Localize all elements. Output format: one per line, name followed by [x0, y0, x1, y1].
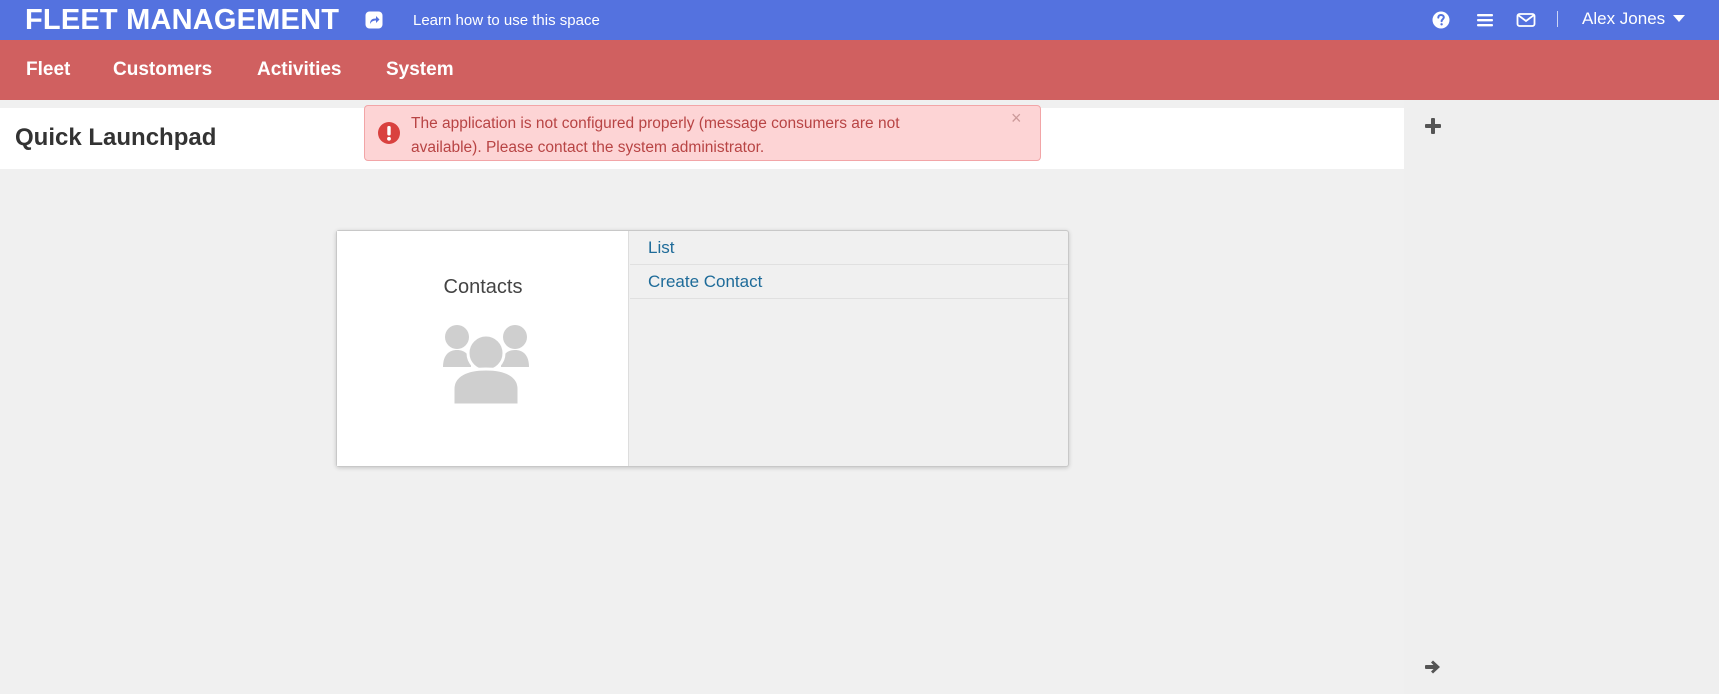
error-alert: The application is not configured proper… [364, 105, 1041, 161]
alert-message: The application is not configured proper… [411, 115, 900, 156]
top-divider [1557, 11, 1558, 27]
share-icon[interactable] [365, 11, 383, 29]
top-bar: FLEET MANAGEMENT Learn how to use this s… [0, 0, 1719, 40]
card-links: List Create Contact [630, 231, 1068, 299]
right-sidebar [1404, 100, 1719, 694]
page-title: Quick Launchpad [15, 124, 217, 151]
card-title: Contacts [443, 276, 523, 298]
user-name: Alex Jones [1582, 9, 1666, 28]
exclamation-icon [378, 122, 400, 144]
nav-item-fleet[interactable]: Fleet [26, 59, 70, 81]
link-list[interactable]: List [630, 231, 1068, 265]
menu-icon[interactable] [1475, 10, 1495, 30]
app-title[interactable]: FLEET MANAGEMENT [25, 3, 339, 37]
close-icon[interactable]: × [1011, 108, 1022, 129]
launchpad-card: Contacts List Create Contact [336, 230, 1069, 467]
link-create-contact[interactable]: Create Contact [630, 265, 1068, 299]
nav-item-customers[interactable]: Customers [113, 59, 212, 81]
users-icon [443, 325, 529, 407]
user-menu[interactable]: Alex Jones [1582, 9, 1686, 29]
main-nav: Fleet Customers Activities System [0, 40, 1719, 100]
help-icon[interactable] [1431, 10, 1451, 30]
mail-icon[interactable] [1516, 10, 1536, 30]
chevron-down-icon [1673, 15, 1686, 22]
nav-item-activities[interactable]: Activities [257, 59, 341, 81]
arrow-right-icon[interactable] [1424, 658, 1442, 676]
nav-item-system[interactable]: System [386, 59, 454, 81]
plus-icon[interactable] [1424, 117, 1442, 135]
card-header-panel[interactable]: Contacts [337, 231, 629, 466]
learn-link[interactable]: Learn how to use this space [413, 12, 600, 29]
